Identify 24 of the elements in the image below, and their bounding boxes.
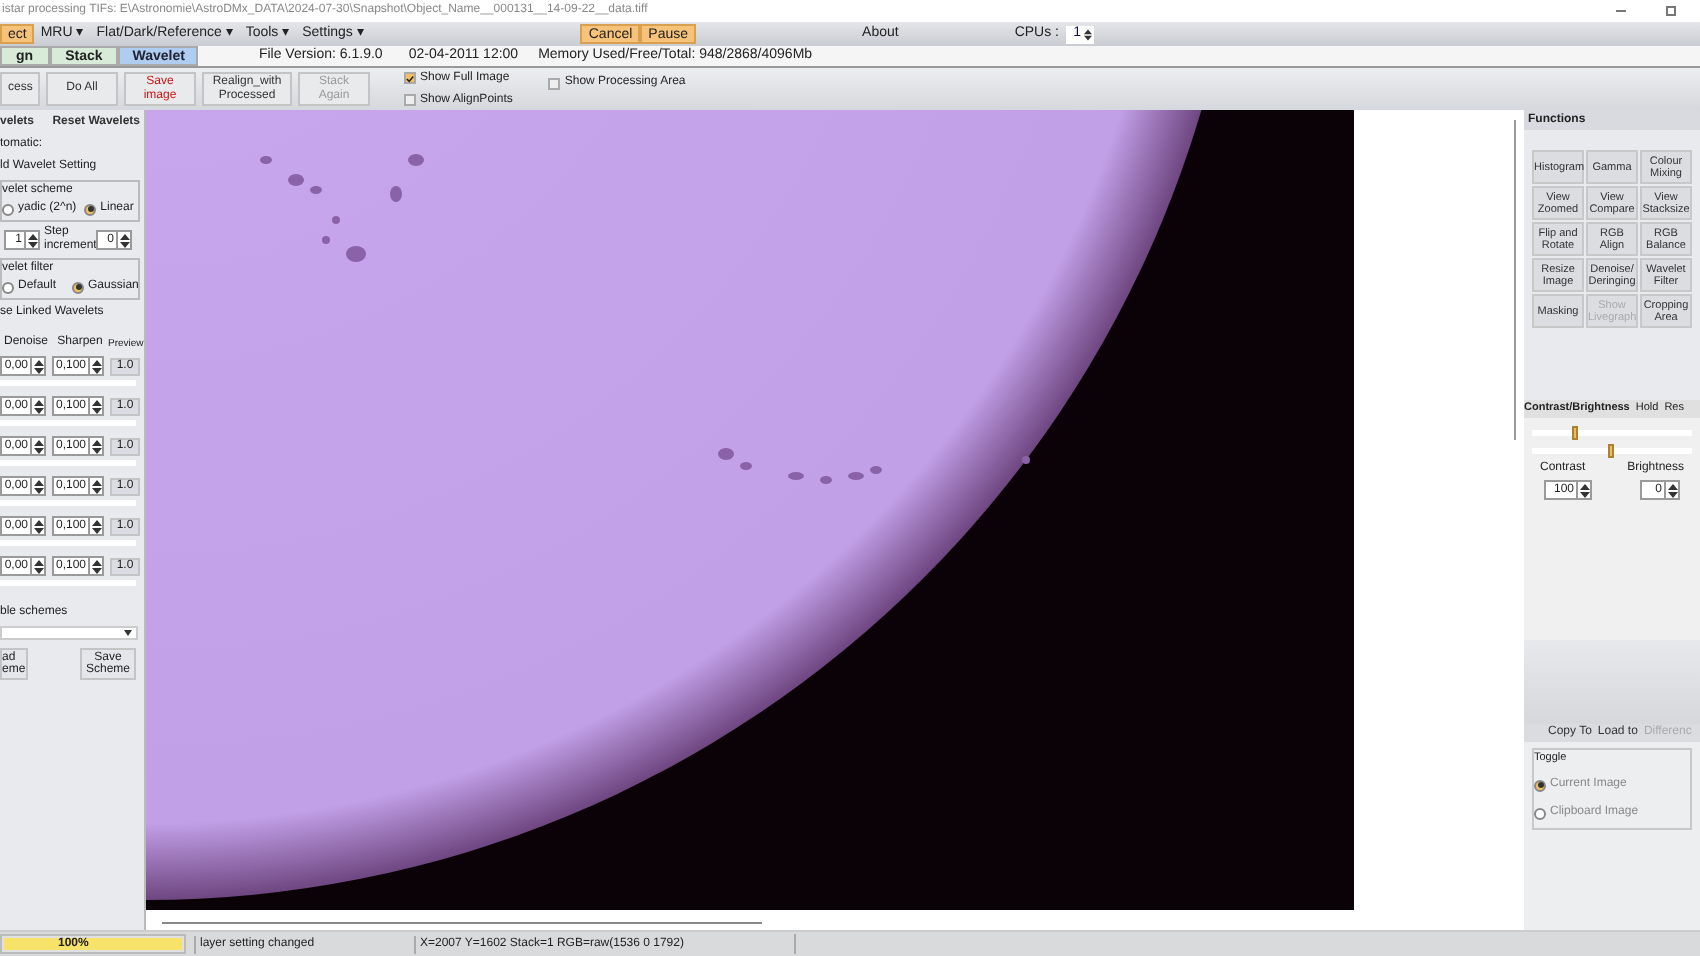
spinner-arrows-icon[interactable] xyxy=(88,478,102,494)
horizontal-scrollbar[interactable] xyxy=(162,922,762,924)
spinner-arrows-icon[interactable] xyxy=(1083,27,1091,41)
spinner-arrows-icon[interactable] xyxy=(88,358,102,374)
spinner-arrows-icon[interactable] xyxy=(1576,482,1590,498)
spinner-arrows-icon[interactable] xyxy=(30,438,44,454)
slider-thumb[interactable] xyxy=(1608,444,1614,458)
spinner-arrows-icon[interactable] xyxy=(24,232,38,248)
spinner-arrows-icon[interactable] xyxy=(30,358,44,374)
slider-thumb[interactable] xyxy=(1571,426,1578,440)
spinner-arrows-icon[interactable] xyxy=(30,558,44,574)
spinner-arrows-icon[interactable] xyxy=(1664,482,1678,498)
spinner-arrows-icon[interactable] xyxy=(88,518,102,534)
spinner-arrows-icon[interactable] xyxy=(88,398,102,414)
spinner-arrows-icon[interactable] xyxy=(88,438,102,454)
dropdown-arrow-icon[interactable] xyxy=(124,630,132,636)
spinner-arrows-icon[interactable] xyxy=(30,478,44,494)
spinner-arrows-icon[interactable] xyxy=(116,232,130,248)
vertical-scrollbar[interactable] xyxy=(1514,120,1516,440)
restore-icon[interactable] xyxy=(1666,6,1676,16)
checkmark-icon xyxy=(406,73,414,83)
spinner-arrows-icon[interactable] xyxy=(30,398,44,414)
spinner-arrows-icon[interactable] xyxy=(30,518,44,534)
spinner-arrows-icon[interactable] xyxy=(88,558,102,574)
